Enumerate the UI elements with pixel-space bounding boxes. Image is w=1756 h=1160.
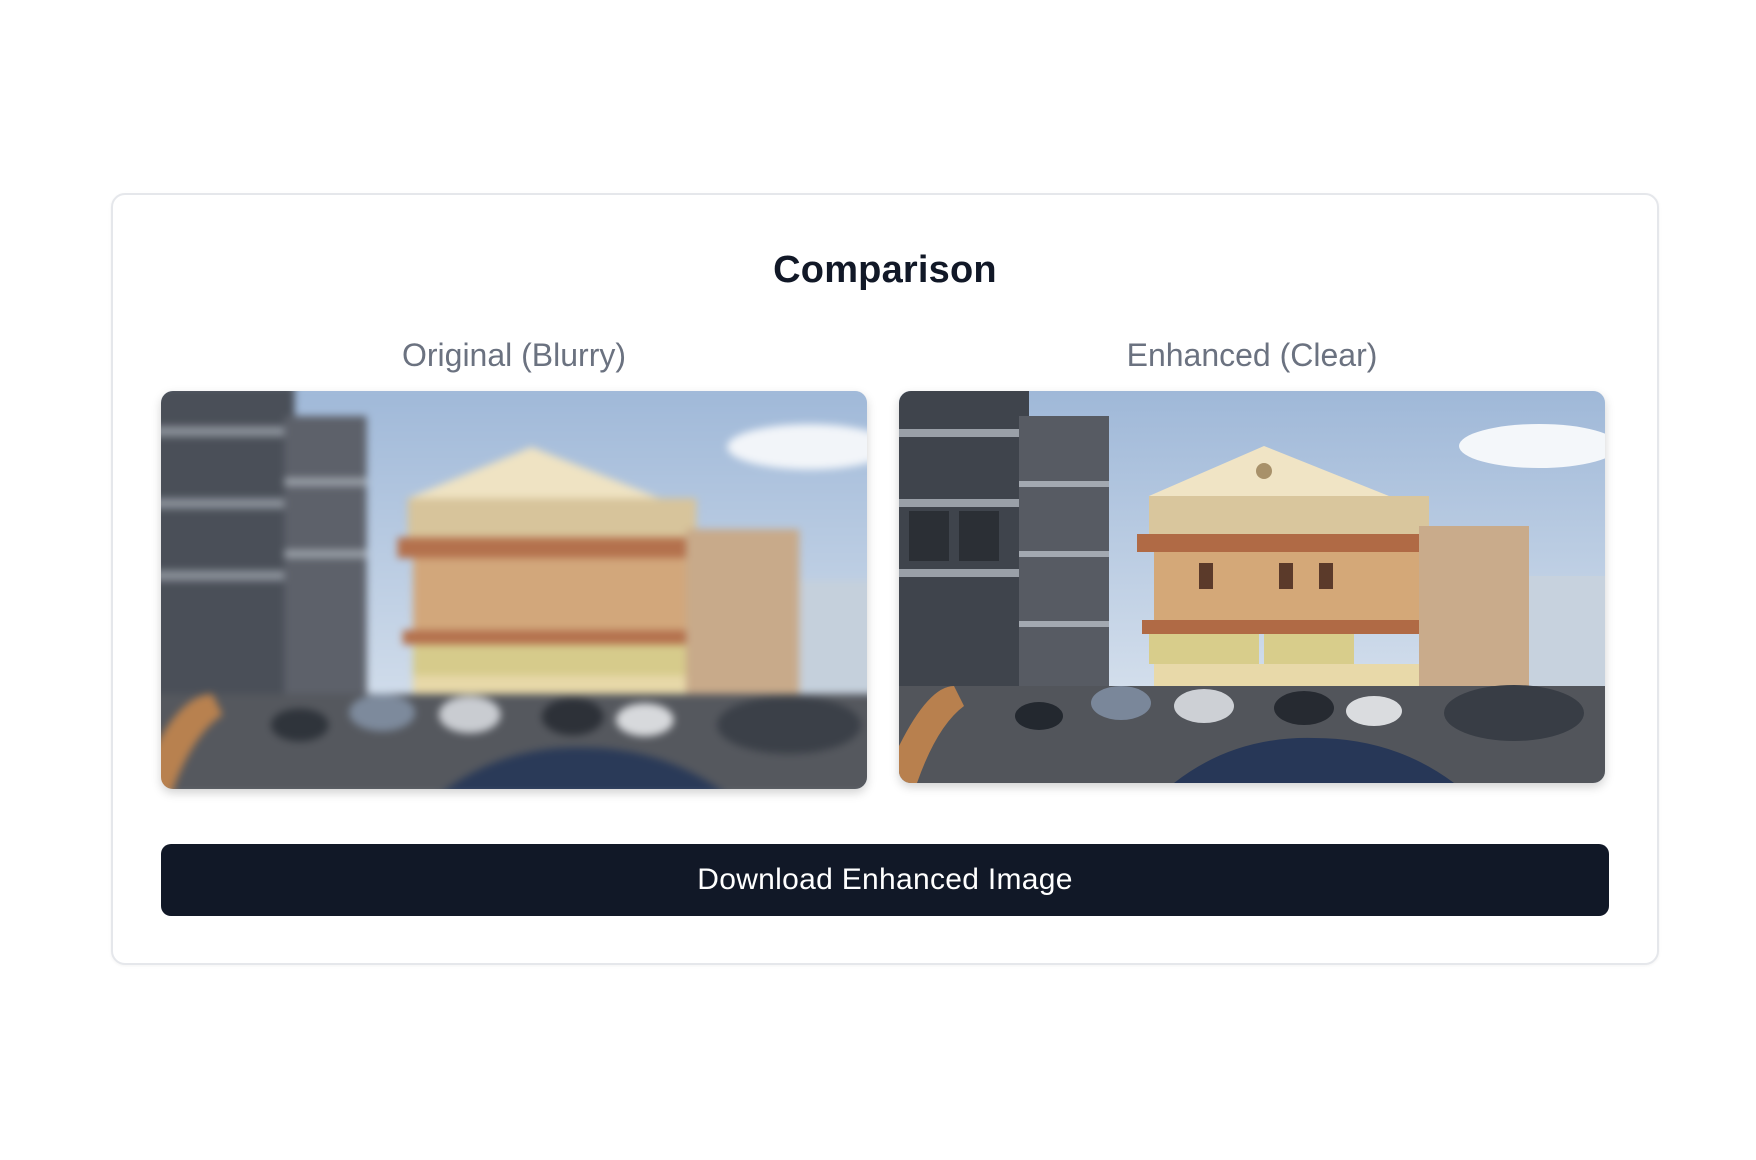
- street-scene-blurry: [161, 391, 867, 789]
- street-scene-clear: [899, 391, 1605, 783]
- enhanced-image: [899, 391, 1605, 783]
- comparison-card: Comparison Original (Blurry) Enhanced (C…: [111, 193, 1659, 965]
- enhanced-panel: Enhanced (Clear): [899, 335, 1605, 783]
- comparison-title: Comparison: [773, 249, 997, 291]
- original-panel: Original (Blurry): [161, 335, 867, 789]
- download-enhanced-button[interactable]: Download Enhanced Image: [161, 844, 1609, 916]
- enhanced-label: Enhanced (Clear): [1126, 337, 1378, 373]
- original-image: [161, 391, 867, 789]
- original-label: Original (Blurry): [401, 337, 627, 373]
